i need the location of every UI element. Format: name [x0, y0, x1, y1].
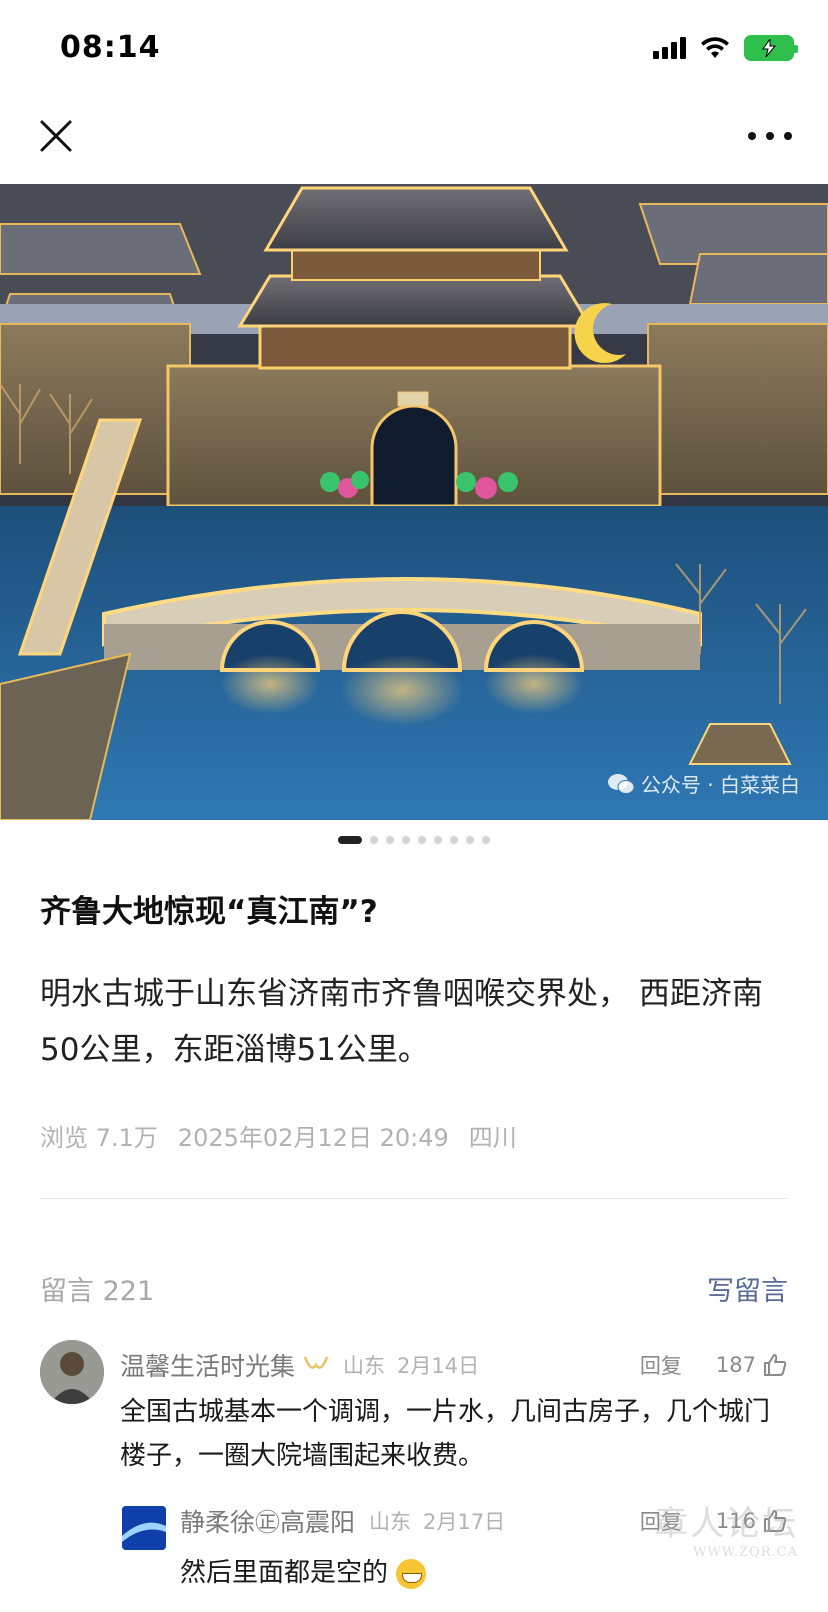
carousel-dot[interactable]: [466, 836, 474, 844]
verified-badge-icon: [303, 1356, 329, 1369]
more-dot-icon: [784, 132, 792, 140]
more-options-button[interactable]: [748, 120, 792, 152]
user-avatar-icon: [40, 1340, 104, 1404]
comment-date: 2月14日: [397, 1354, 480, 1378]
more-dot-icon: [748, 132, 756, 140]
reply-date: 2月17日: [423, 1510, 506, 1534]
carousel-dot[interactable]: [434, 836, 442, 844]
image-watermark: 公众号 · 白菜菜白: [607, 769, 800, 798]
comment-actions: 回复 187: [640, 1350, 788, 1380]
wifi-icon: [701, 37, 729, 58]
grin-emoji-icon: [396, 1558, 427, 1589]
reply-location: 山东: [369, 1510, 412, 1534]
reply-text: 然后里面都是空的: [180, 1558, 389, 1588]
image-watermark-text: 公众号 · 白菜菜白: [640, 773, 800, 797]
comment-header: 温馨生活时光集 山东 2月14日 回复 187: [120, 1348, 788, 1382]
site-watermark-text: 章人论坛: [654, 1504, 798, 1544]
more-dot-icon: [766, 132, 774, 140]
carousel-dot[interactable]: [450, 836, 458, 844]
view-count: 浏览 7.1万: [40, 1124, 158, 1152]
avatar[interactable]: [122, 1506, 166, 1550]
article-image[interactable]: 公众号 · 白菜菜白: [0, 184, 828, 820]
user-avatar-icon: [122, 1506, 166, 1550]
status-icons: [653, 34, 798, 62]
reply-button[interactable]: 回复: [640, 1350, 682, 1380]
carousel-indicator[interactable]: [0, 836, 828, 844]
article-title: 齐鲁大地惊现“真江南”?: [40, 894, 378, 930]
publish-datetime: 2025年02月12日 20:49: [177, 1124, 449, 1152]
divider: [40, 1198, 788, 1199]
nav-bar: [0, 96, 828, 184]
publish-location: 四川: [468, 1124, 517, 1152]
article-meta: 浏览 7.1万 2025年02月12日 20:49 四川: [40, 1118, 517, 1153]
carousel-dot[interactable]: [386, 836, 394, 844]
close-icon: [40, 120, 72, 152]
comments-count: 留言 221: [40, 1275, 155, 1307]
cellular-signal-icon: [653, 37, 686, 59]
comment-author[interactable]: 温馨生活时光集: [120, 1347, 295, 1383]
carousel-dot[interactable]: [482, 836, 490, 844]
carousel-dot[interactable]: [418, 836, 426, 844]
carousel-dot[interactable]: [402, 836, 410, 844]
like-count: 187: [715, 1353, 756, 1377]
thumbs-up-icon[interactable]: [762, 1352, 788, 1378]
status-bar: 08:14: [0, 0, 828, 96]
write-comment-button[interactable]: 写留言: [707, 1269, 788, 1308]
reply-text-row: 然后里面都是空的: [180, 1552, 427, 1589]
article-body: 明水古城于山东省济南市齐鲁咽喉交界处， 西距济南50公里，东距淄博51公里。: [40, 976, 763, 1068]
avatar[interactable]: [40, 1340, 104, 1404]
carousel-dot[interactable]: [370, 836, 378, 844]
wechat-icon: [607, 773, 635, 794]
ancient-city-night-illustration: [0, 184, 828, 820]
close-button[interactable]: [36, 116, 76, 156]
site-watermark: 章人论坛 WWW.ZQR.CA: [654, 1496, 798, 1560]
comment-location: 山东: [343, 1354, 386, 1378]
comment-text: 全国古城基本一个调调，一片水，几间古房子，几个城门楼子，一圈大院墙围起来收费。: [120, 1397, 771, 1471]
reply-author[interactable]: 静柔徐㊣高震阳: [180, 1503, 355, 1539]
comments-header: 留言 221 写留言: [40, 1268, 788, 1308]
carousel-dot-active[interactable]: [338, 836, 362, 844]
status-time: 08:14: [60, 30, 161, 65]
battery-charging-icon: [744, 35, 798, 61]
site-watermark-url: WWW.ZQR.CA: [693, 1545, 798, 1560]
